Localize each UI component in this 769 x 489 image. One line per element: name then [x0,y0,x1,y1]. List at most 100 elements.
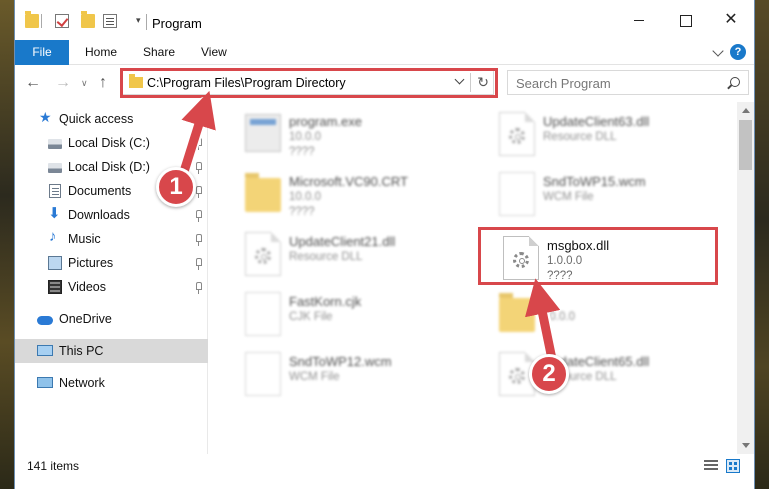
sidebar-item-label: Network [59,376,105,390]
sidebar-item-network[interactable]: Network [15,371,208,395]
desktop-wallpaper-right [755,0,769,489]
document-file-icon [245,352,281,396]
sidebar-item-this-pc[interactable]: This PC [15,339,208,363]
sidebar-item-label: Videos [68,280,106,294]
file-highlight-box [478,227,718,285]
file-name: SndToWP15.wcm [543,174,646,189]
dll-file-icon [245,232,281,276]
sidebar-item-label: This PC [59,344,104,358]
sidebar-item-label: Music [68,232,101,246]
sidebar-item-local-disk-c[interactable]: Local Disk (C:) [15,131,208,155]
folder-icon [499,293,535,332]
file-name: UpdateClient21.dll [289,234,396,249]
file-item[interactable]: FastKorn.cjk CJK File [237,284,472,342]
sidebar-item-music[interactable]: ♪ Music [15,227,208,251]
status-bar: 141 items [15,454,754,489]
scrollbar-thumb[interactable] [739,120,752,170]
file-type: CJK File [289,311,333,323]
pin-icon[interactable] [196,186,202,198]
close-button[interactable]: ✕ [708,6,754,34]
documents-icon [49,184,61,198]
file-name: Microsoft.VC90.CRT [289,174,408,189]
sidebar-item-label: Local Disk (C:) [68,136,150,150]
minimize-button[interactable] [616,6,662,34]
computer-icon [37,345,53,356]
properties-icon[interactable] [103,14,117,28]
cloud-icon [37,316,53,325]
step-2-badge: 2 [529,354,569,394]
exe-file-icon [245,114,281,152]
tab-view[interactable]: View [201,40,227,65]
sidebar-item-label: Downloads [68,208,130,222]
file-item[interactable]: SndToWP12.wcm WCM File [237,344,472,402]
file-item[interactable]: Microsoft.VC90.CRT 10.0.0 ???? [237,164,472,222]
tab-share[interactable]: Share [143,40,175,65]
file-name: program.exe [289,114,362,129]
pin-icon[interactable] [196,162,202,174]
up-button[interactable]: ↑ [99,74,107,92]
file-item[interactable]: UpdateClient21.dll Resource DLL [237,224,472,282]
file-description: ???? [289,206,315,218]
file-item[interactable]: SndToWP15.wcm WCM File [491,164,726,222]
tab-file[interactable]: File [15,40,69,65]
sidebar-item-videos[interactable]: Videos [15,275,208,299]
file-name: SndToWP12.wcm [289,354,392,369]
file-version: 10.0.0 [543,311,575,323]
pin-icon[interactable] [196,210,202,222]
file-item[interactable]: 10.0.0 [491,284,726,342]
file-type: Resource DLL [289,251,363,263]
file-type: WCM File [289,371,340,383]
item-count: 141 items [27,459,80,473]
help-icon[interactable]: ? [730,44,746,60]
network-icon [37,377,53,388]
title-bar: ▾ Program ✕ [15,0,754,40]
scroll-up-arrow-icon[interactable] [742,108,750,113]
properties-check-icon[interactable] [55,14,69,28]
title-separator [146,14,147,30]
file-description: ???? [289,146,315,158]
forward-button[interactable]: → [55,74,71,92]
tab-home[interactable]: Home [85,40,117,65]
gear-icon [255,248,271,264]
quick-access-toolbar-dropdown[interactable]: ▾ [136,15,141,26]
pin-icon[interactable] [196,258,202,270]
window-title: Program [152,16,202,31]
file-name: UpdateClient63.dll [543,114,650,129]
expand-ribbon-chevron-icon[interactable] [712,45,724,57]
sidebar-item-pictures[interactable]: Pictures [15,251,208,275]
pictures-icon [48,256,62,270]
pin-icon[interactable] [196,234,202,246]
downloads-icon: ⬇ [48,205,61,222]
sidebar-item-onedrive[interactable]: OneDrive [15,307,208,331]
maximize-button[interactable] [662,6,708,34]
sidebar-item-label: OneDrive [59,312,112,326]
file-item[interactable]: program.exe 10.0.0 ???? [237,104,472,162]
file-item[interactable]: UpdateClient65.dll Resource DLL [491,344,726,402]
file-item[interactable]: UpdateClient63.dll Resource DLL [491,104,726,162]
pin-icon[interactable] [196,138,202,150]
scroll-down-arrow-icon[interactable] [742,443,750,448]
desktop-wallpaper-left [0,0,14,489]
videos-icon [48,280,62,294]
recent-locations-button[interactable]: ∨ [81,78,88,89]
pin-icon[interactable] [196,282,202,294]
sidebar-item-quick-access[interactable]: ★ Quick access [15,107,208,131]
sidebar-item-label: Quick access [59,112,134,126]
new-folder-icon[interactable] [81,11,95,28]
search-icon[interactable] [730,77,740,87]
ribbon-tabs: File Home Share View ? [15,40,754,65]
folder-icon [245,173,281,212]
sidebar-item-label: Documents [68,184,132,198]
folder-icon [25,11,39,28]
back-button[interactable]: ← [25,74,41,92]
gear-icon [509,368,525,384]
step-1-badge: 1 [156,167,196,207]
vertical-scrollbar[interactable] [737,102,754,454]
large-icons-view-icon[interactable] [726,459,740,473]
file-version: 10.0.0 [289,191,321,203]
search-input[interactable]: Search Program [507,70,749,95]
details-view-icon[interactable] [704,460,718,472]
toolbar-separator [41,14,42,28]
search-placeholder: Search Program [516,76,611,91]
music-icon: ♪ [49,228,57,245]
